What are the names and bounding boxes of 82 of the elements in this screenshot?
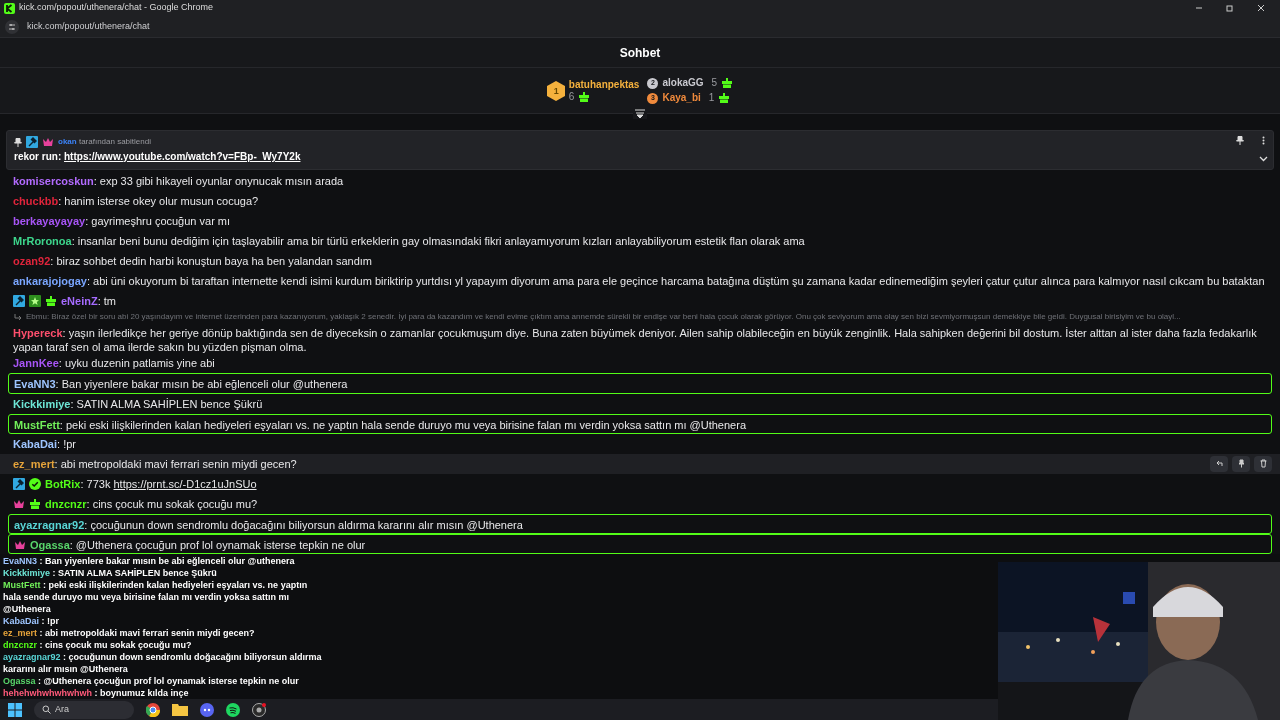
restore-icon (1225, 4, 1234, 12)
crown-icon (42, 136, 54, 148)
collapse-icon (635, 108, 645, 118)
pin-icon (1236, 135, 1244, 145)
chat-message: dnzcnzr: cins çocuk mu sokak çocuğu mu? (45, 496, 258, 511)
chevron-down-icon (1258, 156, 1268, 162)
chat-message: ez_mert: abi metropoldaki mavi ferrari senin miydi gecen? (13, 456, 297, 471)
music-icon[interactable] (226, 702, 240, 717)
site-info-button[interactable] (5, 19, 19, 34)
gift-count: 6 (568, 90, 575, 103)
trash-button[interactable] (1254, 455, 1272, 472)
overlay-message: Ogassa : @Uthenera çocuğun prof lol oynamak isterse tepkin ne olur (3, 675, 300, 687)
chat-message: ozan92: biraz sohbet dedin harbi konuştun baya ha ben yalandan sandım (13, 254, 372, 268)
minimize-icon (1194, 4, 1203, 12)
window-title: kick.com/popout/uthenera/chat - Google Chrome (19, 1, 214, 15)
star-icon (29, 295, 41, 307)
reply-icon (14, 313, 22, 322)
sliders-icon (8, 22, 16, 31)
link[interactable]: https://prnt.sc/-D1cz1uJnSUo (113, 477, 257, 490)
gift-icon (721, 77, 734, 89)
leader-name[interactable]: batuhanpektas (568, 78, 640, 91)
hammer-icon (13, 477, 25, 490)
more-icon (1261, 135, 1265, 145)
chat-message: komisercoskun: exp 33 gibi hikayeli oyunlar onynucak mısın arada (13, 174, 344, 188)
gift-icon (45, 295, 57, 307)
chat-message: Ogassa: @Uthenera çocuğun prof lol oynamak isterse tepkin ne olur (30, 537, 366, 552)
k-logo-icon (4, 2, 15, 14)
overlay-message: ez_mert : abi metropoldaki mavi ferrari senin miydi gecen? (3, 627, 256, 639)
chat-message: chuckbb: hanim isterse okey olur musun cocuga? (13, 194, 259, 208)
recorder-icon[interactable] (252, 702, 266, 717)
browser-icon[interactable] (146, 702, 160, 717)
folder-icon[interactable] (172, 703, 188, 716)
overlay-message: Kickkimiye : SATIN ALMA SAHİPLEN bence Şükrü (3, 567, 218, 579)
rank-number: 1 (553, 84, 559, 97)
collapse-button[interactable] (633, 107, 647, 119)
chat-message: MrRoronoa: insanlar beni bunu dediğim için taşlayabilir ama bir türlü erkeklerin gay olmasındaki fikri anlayamıyorum kızları anlayabiliyorum estetik flan olarak ama (13, 234, 805, 248)
gift-count: 1 (708, 92, 715, 104)
overlay-message: KabaDai : !pr (3, 615, 60, 627)
pin-icon (14, 137, 22, 147)
pin-icon (1236, 459, 1246, 469)
chat-message: KabaDai: !pr (13, 436, 76, 451)
overlay-message: ayazragnar92 : çocuğunun down sendromlu doğacağını biliyorsun aldırma kararını alır mısın @Uthenera (3, 651, 323, 675)
gift-count: 5 (711, 77, 718, 89)
pinned-text: rekor run: https://www.youtube.com/watch?v=FBp-_Wy7Y2k (14, 150, 301, 164)
trash-icon (1258, 459, 1268, 469)
overlay-message: hehehwhwhwhwhwh : boynumuz kılda inçe (3, 687, 190, 699)
leader-name[interactable]: alokaGG (662, 77, 704, 89)
reply-icon (1214, 459, 1224, 469)
gift-icon (718, 92, 731, 104)
verified-icon (29, 477, 41, 490)
leader-name[interactable]: Kaya_bi (662, 92, 701, 104)
chat-message: MustFett: peki eski ilişkilerinden kalan hediyeleri eşyaları vs. ne yaptın hala sende duruyo mu veya birisine falan mı verdin yoksa sattın mı @Uthenera (14, 417, 746, 432)
windows-icon (8, 702, 22, 717)
link[interactable]: https://www.youtube.com/watch?v=FBp-_Wy7Y2k (64, 151, 301, 162)
pin-button[interactable] (1232, 455, 1250, 472)
overlay-message: MustFett : peki eski ilişkilerinden kalan hediyeleri eşyaları vs. ne yaptın hala sende duruyo mu veya birisine falan mı verdin yoksa sattın mı @Uthenera (3, 579, 309, 615)
address-bar[interactable]: kick.com/popout/uthenera/chat (27, 19, 150, 34)
chat-message: BotRix: 773k https://prnt.sc/-D1cz1uJnSUo (45, 476, 257, 491)
chat-message: EvaNN3: Ban yiyenlere bakar mısın be abi eğlenceli olur @uthenera (14, 377, 348, 392)
chat-message: berkayayayay: gayrimeşhru çocuğun var mı (13, 214, 231, 228)
chat-message: ankarajojogay: abi üni okuyorum bi taraftan internette kendi isimi kurdum biriktirip yurtdısı yl yapayım diyorum ama para ele geçince harcama batağına düştüm şu zamana kadar edinemediğim şeyleri çatur çutur alınca para kalmıyor nasıl cıkcam bu bataktan (13, 274, 1265, 288)
chat-message: Hypereck: yaşın ilerledikçe her geriye dönüp baktığında sen de diyeceksin o zamanlar çocukmuşum diye. Buna zaten büyümek deniyor. Ailen sahip olabileceğin en büyük zenginlik. Hala sahipken değerini bil dostum. İster alttan al ister daha fazla fedakarlık yapan taraf sen ol ama ilerde sakın bu yüzden pişman olma. (13, 326, 1258, 355)
pin-button[interactable] (1234, 134, 1246, 146)
chat-message: JannKee: uyku duzenin patlamis yine abi (13, 356, 215, 371)
close-icon (1256, 4, 1265, 12)
overlay-message: EvaNN3 : Ban yiyenlere bakar mısın be abi eğlenceli olur @uthenera (3, 555, 296, 567)
hammer-icon (26, 136, 38, 148)
chat-title: Sohbet (619, 44, 661, 62)
rank-badge-icon (546, 80, 565, 101)
overlay-message: dnzcnzr : cins çocuk mu sokak çocuğu mu? (3, 639, 193, 651)
chat-app-icon[interactable] (200, 702, 214, 717)
reply-button[interactable] (1210, 455, 1228, 472)
gift-icon (578, 90, 591, 103)
chat-message: ayazragnar92: çocuğunun down sendromlu doğacağını biliyorsun aldırma kararını alır mısın @Uthenera (14, 517, 523, 532)
hammer-icon (13, 295, 25, 307)
gift-icon (29, 497, 41, 510)
chat-message: eNeinZ: tm (61, 294, 117, 308)
reply-preview: Ebmu: Biraz özel bir soru abi 20 yaşındayım ve internet üzerinden para kazanıyorum, yaklaşık 2 senedir. İyi para da kazandım ve kendi evime çıktım ama annemde sürekli bir endişe var beni hala çocuk olarak görüyor. Onu çok seviyorum ama olay sen bizi sevmiyormuşsun demekkiye bile geldi. Duygusal birisiyim ve bu olayl... (26, 311, 1181, 324)
taskbar-search[interactable]: Ara (34, 700, 134, 719)
pinned-by: okan tarafından sabitlendi (58, 136, 151, 148)
chat-message: Kickkimiye: SATIN ALMA SAHİPLEN bence Şükrü (13, 396, 263, 411)
search-icon (42, 705, 51, 714)
